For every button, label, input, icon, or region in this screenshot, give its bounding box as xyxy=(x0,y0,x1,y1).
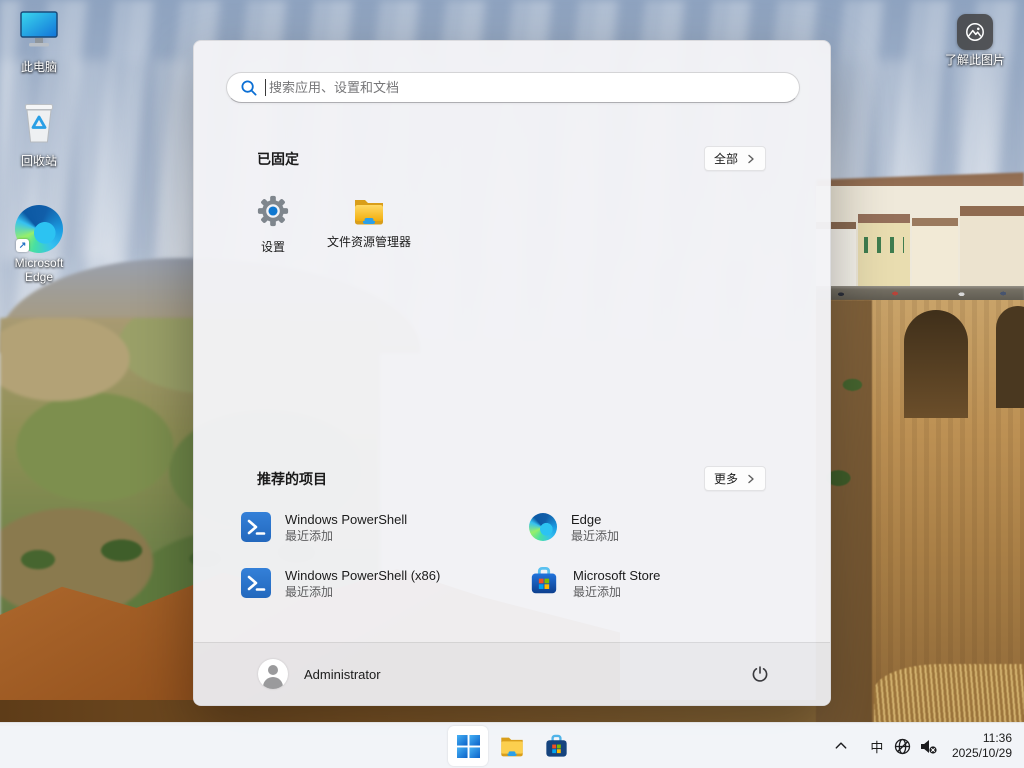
pinned-item-settings[interactable]: 设置 xyxy=(225,186,321,270)
microsoft-store-icon xyxy=(529,566,559,601)
file-explorer-icon xyxy=(499,733,525,759)
file-explorer-icon xyxy=(352,194,386,228)
recommended-item-label: Windows PowerShell (x86) xyxy=(285,567,440,584)
powershell-icon xyxy=(241,512,271,542)
wallpaper-road xyxy=(816,286,1024,301)
desktop-icon-this-pc[interactable]: 此电脑 xyxy=(1,10,77,74)
power-icon xyxy=(751,665,769,683)
recommended-item-label: Microsoft Store xyxy=(573,567,660,584)
recommended-item-microsoft-store[interactable]: Microsoft Store 最近添加 xyxy=(517,555,805,611)
avatar[interactable] xyxy=(258,659,288,689)
taskbar-file-explorer-button[interactable] xyxy=(492,726,532,766)
recommended-item-edge[interactable]: Edge 最近添加 xyxy=(517,499,805,555)
desktop-icon-recycle-bin[interactable]: 回收站 xyxy=(1,100,77,168)
start-menu: 已固定 全部 xyxy=(193,40,831,706)
user-name[interactable]: Administrator xyxy=(304,667,381,682)
text-caret xyxy=(265,79,266,96)
desktop-icon-label: 此电脑 xyxy=(21,60,57,74)
settings-gear-icon xyxy=(256,194,290,233)
wallpaper-building xyxy=(858,214,910,286)
search-input[interactable] xyxy=(226,72,800,103)
wallpaper-town xyxy=(816,186,1024,286)
recommended-item-powershell-x86[interactable]: Windows PowerShell (x86) 最近添加 xyxy=(229,555,517,611)
recommended-section-header: 推荐的项目 更多 xyxy=(257,466,766,491)
desktop: 此电脑 回收站 ↗ Microsoft Edge 了解此图片 xyxy=(0,0,1024,768)
desktop-icon-edge[interactable]: ↗ Microsoft Edge xyxy=(1,205,77,284)
desktop-icon-label: 回收站 xyxy=(21,154,57,168)
spotlight-label: 了解此图片 xyxy=(945,53,1005,67)
start-search xyxy=(226,72,800,103)
system-tray: 中 11:36 2025/10/29 xyxy=(826,723,1024,768)
taskbar-center xyxy=(448,726,576,766)
power-button[interactable] xyxy=(742,656,778,692)
clock-date: 2025/10/29 xyxy=(952,746,1012,761)
recommended-item-sublabel: 最近添加 xyxy=(573,584,660,600)
taskbar-microsoft-store-button[interactable] xyxy=(536,726,576,766)
recommended-item-sublabel: 最近添加 xyxy=(285,528,407,544)
pinned-item-label: 文件资源管理器 xyxy=(327,235,411,249)
recommended-item-label: Windows PowerShell xyxy=(285,511,407,528)
recycle-bin-icon xyxy=(16,100,62,151)
tray-overflow-button[interactable] xyxy=(826,730,856,762)
recommended-more-button[interactable]: 更多 xyxy=(704,466,766,491)
wallpaper-grass xyxy=(874,664,1024,724)
start-button[interactable] xyxy=(448,726,488,766)
chevron-up-icon xyxy=(833,738,849,754)
windows-start-icon xyxy=(457,735,480,758)
globe-no-network-icon xyxy=(893,737,912,756)
recommended-grid: Windows PowerShell 最近添加 Edge 最近添加 xyxy=(229,499,805,611)
shortcut-arrow-icon: ↗ xyxy=(16,239,29,252)
recommended-item-sublabel: 最近添加 xyxy=(285,584,440,600)
spotlight-picture-icon xyxy=(957,14,993,50)
recommended-item-powershell[interactable]: Windows PowerShell 最近添加 xyxy=(229,499,517,555)
this-pc-icon xyxy=(16,10,62,57)
network-status[interactable] xyxy=(890,730,916,762)
pinned-title: 已固定 xyxy=(257,149,299,169)
recommended-title: 推荐的项目 xyxy=(257,469,327,489)
recommended-item-sublabel: 最近添加 xyxy=(571,528,619,544)
pinned-item-file-explorer[interactable]: 文件资源管理器 xyxy=(321,186,417,270)
volume-muted-icon xyxy=(919,737,938,756)
volume-status[interactable] xyxy=(916,730,942,762)
search-icon xyxy=(240,79,258,97)
pinned-section-header: 已固定 全部 xyxy=(257,146,766,171)
chevron-right-icon xyxy=(746,474,756,484)
ime-indicator[interactable]: 中 xyxy=(864,730,890,762)
recommended-item-label: Edge xyxy=(571,511,619,528)
edge-icon xyxy=(529,513,557,541)
edge-icon: ↗ xyxy=(15,205,63,253)
chevron-right-icon xyxy=(746,154,756,164)
wallpaper-building xyxy=(960,206,1024,286)
pinned-item-label: 设置 xyxy=(261,240,285,254)
pinned-all-button[interactable]: 全部 xyxy=(704,146,766,171)
pinned-grid: 设置 文件资源管理器 xyxy=(225,186,417,270)
desktop-icon-label: Microsoft Edge xyxy=(1,256,77,284)
taskbar: 中 11:36 2025/10/29 xyxy=(0,722,1024,768)
start-menu-footer: Administrator xyxy=(194,642,830,705)
microsoft-store-icon xyxy=(544,734,569,759)
powershell-icon xyxy=(241,568,271,598)
desktop-icon-spotlight[interactable]: 了解此图片 xyxy=(937,14,1013,67)
taskbar-clock[interactable]: 11:36 2025/10/29 xyxy=(952,731,1012,761)
clock-time: 11:36 xyxy=(952,731,1012,746)
wallpaper-building xyxy=(912,218,958,286)
